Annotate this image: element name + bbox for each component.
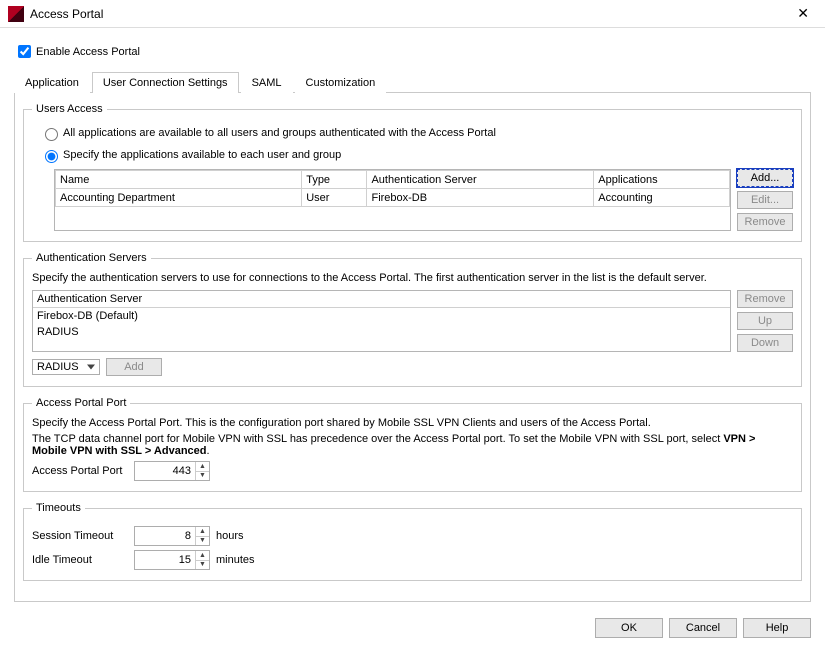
add-button[interactable]: Add... — [737, 169, 793, 187]
idle-up-icon[interactable]: ▲ — [196, 551, 209, 561]
port-spinner[interactable]: ▲ ▼ — [134, 461, 210, 481]
cell-apps: Accounting — [594, 189, 730, 207]
auth-up-button[interactable]: Up — [737, 312, 793, 330]
port-up-icon[interactable]: ▲ — [196, 462, 209, 472]
port-label: Access Portal Port — [32, 465, 128, 477]
auth-list-buttons: Remove Up Down — [737, 290, 793, 352]
radio-all-label: All applications are available to all us… — [63, 127, 496, 139]
ok-button[interactable]: OK — [595, 618, 663, 638]
remove-button[interactable]: Remove — [737, 213, 793, 231]
auth-remove-button[interactable]: Remove — [737, 290, 793, 308]
cancel-button[interactable]: Cancel — [669, 618, 737, 638]
close-icon[interactable]: ✕ — [789, 3, 817, 24]
port-input[interactable] — [135, 462, 195, 480]
app-icon — [8, 6, 24, 22]
auth-select-value: RADIUS — [37, 361, 79, 373]
idle-down-icon[interactable]: ▼ — [196, 561, 209, 570]
auth-servers-desc: Specify the authentication servers to us… — [32, 272, 793, 284]
session-timeout-label: Session Timeout — [32, 530, 128, 542]
idle-timeout-unit: minutes — [216, 554, 255, 566]
dialog-button-row: OK Cancel Help — [0, 610, 825, 648]
radio-specify-input[interactable] — [45, 150, 58, 163]
radio-specify-label: Specify the applications available to ea… — [63, 149, 341, 161]
col-auth: Authentication Server — [367, 171, 594, 189]
port-line1: Specify the Access Portal Port. This is … — [32, 417, 793, 429]
timeouts-legend: Timeouts — [32, 502, 85, 514]
port-down-icon[interactable]: ▼ — [196, 472, 209, 481]
users-access-legend: Users Access — [32, 103, 107, 115]
auth-add-button[interactable]: Add — [106, 358, 162, 376]
enable-label: Enable Access Portal — [36, 46, 140, 58]
port-group: Access Portal Port Specify the Access Po… — [23, 397, 802, 492]
idle-timeout-label: Idle Timeout — [32, 554, 128, 566]
auth-list-header: Authentication Server — [33, 291, 730, 308]
window-title: Access Portal — [30, 7, 789, 21]
timeouts-group: Timeouts Session Timeout ▲ ▼ hours Idle … — [23, 502, 802, 581]
edit-button[interactable]: Edit... — [737, 191, 793, 209]
auth-down-button[interactable]: Down — [737, 334, 793, 352]
port-line2: The TCP data channel port for Mobile VPN… — [32, 433, 793, 457]
table-row[interactable]: Accounting Department User Firebox-DB Ac… — [56, 189, 730, 207]
users-grid-header: Name Type Authentication Server Applicat… — [56, 171, 730, 189]
col-type: Type — [302, 171, 367, 189]
idle-timeout-spinner[interactable]: ▲ ▼ — [134, 550, 210, 570]
radio-specify-apps[interactable]: Specify the applications available to ea… — [40, 147, 793, 163]
help-button[interactable]: Help — [743, 618, 811, 638]
session-timeout-spinner[interactable]: ▲ ▼ — [134, 526, 210, 546]
cell-type: User — [302, 189, 367, 207]
titlebar: Access Portal ✕ — [0, 0, 825, 28]
session-timeout-input[interactable] — [135, 527, 195, 545]
table-spacer — [56, 207, 730, 225]
auth-server-list[interactable]: Authentication Server Firebox-DB (Defaul… — [32, 290, 731, 352]
tabpanel-ucs: Users Access All applications are availa… — [14, 93, 811, 602]
enable-access-portal-checkbox[interactable]: Enable Access Portal — [14, 42, 811, 61]
col-apps: Applications — [594, 171, 730, 189]
session-down-icon[interactable]: ▼ — [196, 537, 209, 546]
radio-all-apps[interactable]: All applications are available to all us… — [40, 125, 793, 141]
tab-application[interactable]: Application — [14, 72, 90, 93]
users-grid-buttons: Add... Edit... Remove — [737, 169, 793, 231]
radio-all-input[interactable] — [45, 128, 58, 141]
idle-timeout-input[interactable] — [135, 551, 195, 569]
auth-server-select[interactable]: RADIUS — [32, 359, 100, 375]
users-grid[interactable]: Name Type Authentication Server Applicat… — [54, 169, 731, 231]
session-up-icon[interactable]: ▲ — [196, 527, 209, 537]
users-access-group: Users Access All applications are availa… — [23, 103, 802, 242]
cell-name: Accounting Department — [56, 189, 302, 207]
port-legend: Access Portal Port — [32, 397, 130, 409]
tab-customization[interactable]: Customization — [295, 72, 387, 93]
auth-servers-group: Authentication Servers Specify the authe… — [23, 252, 802, 387]
list-item[interactable]: Firebox-DB (Default) — [33, 308, 730, 324]
col-name: Name — [56, 171, 302, 189]
list-item[interactable]: RADIUS — [33, 324, 730, 340]
tab-strip: Application User Connection Settings SAM… — [14, 71, 811, 93]
tab-saml[interactable]: SAML — [241, 72, 293, 93]
cell-auth: Firebox-DB — [367, 189, 594, 207]
enable-check-input[interactable] — [18, 45, 31, 58]
session-timeout-unit: hours — [216, 530, 244, 542]
auth-servers-legend: Authentication Servers — [32, 252, 151, 264]
tab-user-connection-settings[interactable]: User Connection Settings — [92, 72, 239, 93]
